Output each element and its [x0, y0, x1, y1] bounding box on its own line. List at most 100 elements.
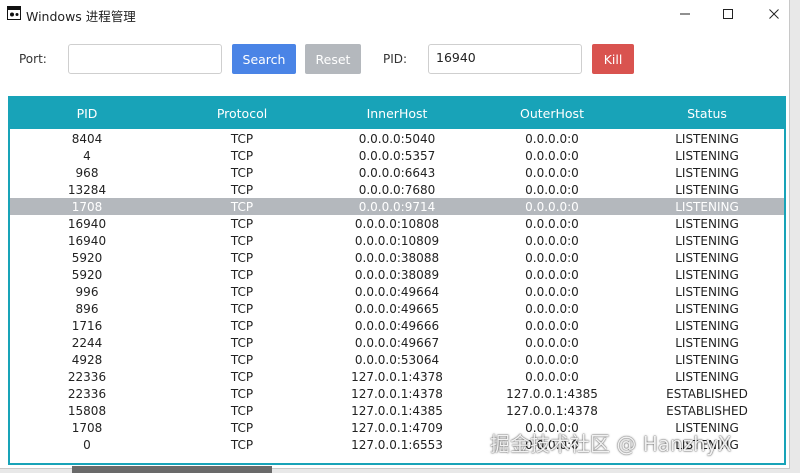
cell-pid: 8404	[71, 131, 103, 146]
table-row[interactable]: 1716 TCP 0.0.0.0:49666 0.0.0.0:0 LISTENING	[10, 317, 784, 334]
pid-input[interactable]: 16940	[428, 44, 582, 74]
cell-innerhost: 0.0.0.0:49664	[354, 284, 440, 299]
title-bar[interactable]: Windows 进程管理	[0, 0, 789, 28]
cell-innerhost: 0.0.0.0:49666	[354, 318, 440, 333]
column-header-status[interactable]: Status	[630, 106, 784, 121]
cell-pid: 4	[83, 148, 91, 163]
cell-outerhost: 0.0.0.0:0	[525, 250, 579, 265]
maximize-button[interactable]	[705, 0, 751, 28]
cell-innerhost: 127.0.0.1:4378	[351, 386, 443, 401]
cell-innerhost: 0.0.0.0:10808	[354, 216, 440, 231]
cell-outerhost: 0.0.0.0:0	[525, 335, 579, 350]
table-row[interactable]: 996 TCP 0.0.0.0:49664 0.0.0.0:0 LISTENING	[10, 283, 784, 300]
cell-innerhost: 0.0.0.0:38089	[354, 267, 440, 282]
cell-protocol: TCP	[230, 267, 254, 282]
cell-outerhost: 127.0.0.1:4378	[506, 403, 598, 418]
table-row[interactable]: 4928 TCP 0.0.0.0:53064 0.0.0.0:0 LISTENING	[10, 351, 784, 368]
cell-protocol: TCP	[230, 318, 254, 333]
cell-status: LISTENING	[675, 182, 739, 197]
table-row[interactable]: 5920 TCP 0.0.0.0:38088 0.0.0.0:0 LISTENING	[10, 249, 784, 266]
cell-protocol: TCP	[230, 301, 254, 316]
column-header-innerhost[interactable]: InnerHost	[320, 106, 474, 121]
cell-pid: 22336	[67, 386, 107, 401]
column-header-outerhost[interactable]: OuterHost	[474, 106, 630, 121]
cell-protocol: TCP	[230, 233, 254, 248]
cell-status: LISTENING	[675, 352, 739, 367]
cell-pid: 968	[75, 165, 99, 180]
port-label: Port:	[19, 52, 47, 66]
table-row[interactable]: 896 TCP 0.0.0.0:49665 0.0.0.0:0 LISTENING	[10, 300, 784, 317]
table-row[interactable]: 968 TCP 0.0.0.0:6643 0.0.0.0:0 LISTENING	[10, 164, 784, 181]
close-button[interactable]	[751, 0, 789, 28]
process-table: PID Protocol InnerHost OuterHost Status …	[8, 96, 786, 465]
table-row[interactable]: 22336 TCP 127.0.0.1:4378 127.0.0.1:4385 ESTA…	[10, 385, 784, 402]
table-body: 8404 TCP 0.0.0.0:5040 0.0.0.0:0 LISTENING 4 TC…	[10, 129, 784, 453]
cell-status: LISTENING	[675, 233, 739, 248]
cell-pid: 22336	[67, 369, 107, 384]
cell-protocol: TCP	[230, 216, 254, 231]
main-window: Windows 进程管理 Port: Search Reset PID: 169…	[0, 0, 790, 469]
table-row[interactable]: 16940 TCP 0.0.0.0:10809 0.0.0.0:0 LISTENING	[10, 232, 784, 249]
cell-pid: 996	[75, 284, 99, 299]
cell-status: LISTENING	[675, 284, 739, 299]
table-header: PID Protocol InnerHost OuterHost Status	[10, 98, 784, 129]
cell-protocol: TCP	[230, 131, 254, 146]
cell-protocol: TCP	[230, 148, 254, 163]
cell-protocol: TCP	[230, 437, 254, 452]
cell-outerhost: 0.0.0.0:0	[525, 267, 579, 282]
cell-innerhost: 0.0.0.0:38088	[354, 250, 440, 265]
cell-innerhost: 127.0.0.1:6553	[351, 437, 443, 452]
cell-outerhost: 0.0.0.0:0	[525, 216, 579, 231]
table-row[interactable]: 8404 TCP 0.0.0.0:5040 0.0.0.0:0 LISTENING	[10, 130, 784, 147]
cell-innerhost: 0.0.0.0:5040	[358, 131, 436, 146]
cell-innerhost: 0.0.0.0:5357	[358, 148, 436, 163]
pid-label: PID:	[383, 52, 408, 66]
table-row[interactable]: 4 TCP 0.0.0.0:5357 0.0.0.0:0 LISTENING	[10, 147, 784, 164]
cell-protocol: TCP	[230, 403, 254, 418]
cell-outerhost: 0.0.0.0:0	[525, 165, 579, 180]
cell-status: LISTENING	[675, 199, 739, 214]
cell-pid: 0	[83, 437, 91, 452]
cell-status: ESTABLISHED	[666, 403, 748, 418]
cell-innerhost: 127.0.0.1:4709	[351, 420, 443, 435]
kill-button[interactable]: Kill	[592, 44, 634, 74]
table-row[interactable]: 1708 TCP 0.0.0.0:9714 0.0.0.0:0 LISTENING	[10, 198, 784, 215]
minimize-button[interactable]	[662, 0, 708, 28]
column-header-protocol[interactable]: Protocol	[164, 106, 320, 121]
table-row[interactable]: 15808 TCP 127.0.0.1:4385 127.0.0.1:4378 ESTA…	[10, 402, 784, 419]
cell-status: LISTENING	[675, 250, 739, 265]
cell-outerhost: 0.0.0.0:0	[525, 131, 579, 146]
cell-status: LISTENING	[675, 148, 739, 163]
cell-innerhost: 0.0.0.0:49667	[354, 335, 440, 350]
port-input[interactable]	[68, 44, 222, 74]
cell-innerhost: 127.0.0.1:4385	[351, 403, 443, 418]
cell-status: LISTENING	[675, 216, 739, 231]
search-button[interactable]: Search	[232, 44, 296, 74]
watermark: 掘金技术社区 @ HanzhyX	[490, 432, 732, 456]
cell-outerhost: 0.0.0.0:0	[525, 182, 579, 197]
minimize-icon	[680, 13, 690, 15]
cell-innerhost: 0.0.0.0:53064	[354, 352, 440, 367]
cell-status: LISTENING	[675, 335, 739, 350]
cell-pid: 15808	[67, 403, 107, 418]
cell-status: ESTABLISHED	[666, 386, 748, 401]
cell-status: LISTENING	[675, 131, 739, 146]
cell-status: LISTENING	[675, 301, 739, 316]
reset-button[interactable]: Reset	[305, 44, 361, 74]
cell-innerhost: 0.0.0.0:9714	[358, 199, 436, 214]
column-header-pid[interactable]: PID	[10, 106, 164, 121]
cell-pid: 1708	[71, 420, 103, 435]
maximize-icon	[723, 9, 733, 19]
cell-outerhost: 0.0.0.0:0	[525, 233, 579, 248]
table-row[interactable]: 2244 TCP 0.0.0.0:49667 0.0.0.0:0 LISTENING	[10, 334, 784, 351]
cell-pid: 1716	[71, 318, 103, 333]
table-row[interactable]: 13284 TCP 0.0.0.0:7680 0.0.0.0:0 LISTENING	[10, 181, 784, 198]
cell-outerhost: 0.0.0.0:0	[525, 284, 579, 299]
cell-status: LISTENING	[675, 165, 739, 180]
table-row[interactable]: 22336 TCP 127.0.0.1:4378 0.0.0.0:0 LISTENING	[10, 368, 784, 385]
cell-protocol: TCP	[230, 182, 254, 197]
table-row[interactable]: 16940 TCP 0.0.0.0:10808 0.0.0.0:0 LISTENING	[10, 215, 784, 232]
table-row[interactable]: 5920 TCP 0.0.0.0:38089 0.0.0.0:0 LISTENING	[10, 266, 784, 283]
cell-status: LISTENING	[675, 267, 739, 282]
cell-outerhost: 0.0.0.0:0	[525, 148, 579, 163]
